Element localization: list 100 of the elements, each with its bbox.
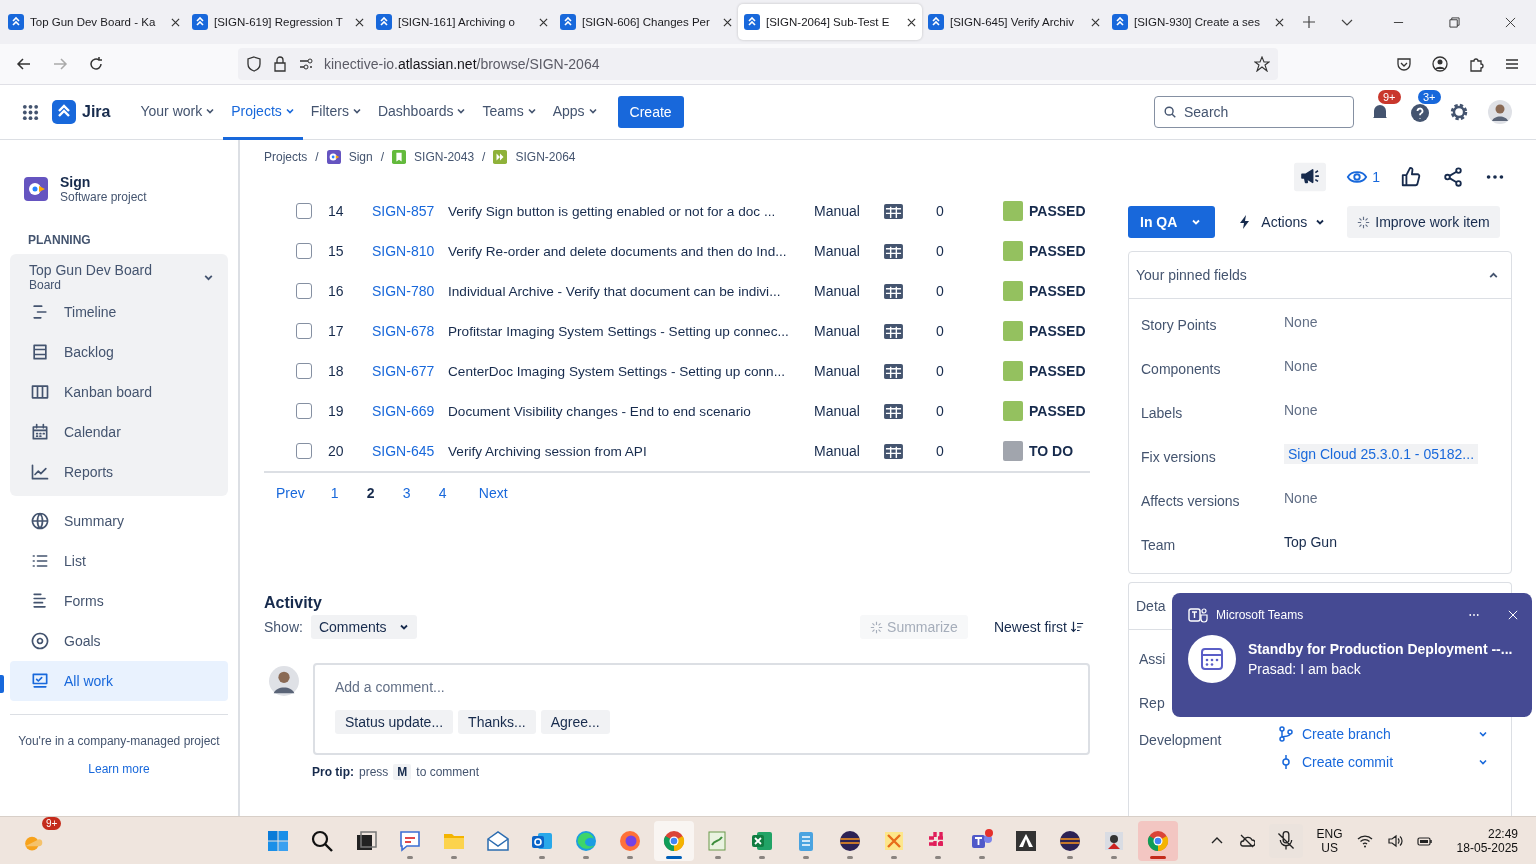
- search-field[interactable]: Search: [1154, 96, 1354, 128]
- row-checkbox[interactable]: [296, 323, 312, 339]
- field-value[interactable]: None: [1284, 490, 1511, 506]
- restore-icon[interactable]: [1449, 16, 1460, 28]
- shield-icon[interactable]: [246, 56, 262, 72]
- project-icon[interactable]: [24, 177, 48, 201]
- browser-tab[interactable]: Top Gun Dev Board - Ka: [2, 4, 186, 40]
- row-checkbox[interactable]: [296, 403, 312, 419]
- browser-tab[interactable]: [SIGN-161] Archiving o: [370, 4, 554, 40]
- sidebar-item[interactable]: Forms: [10, 581, 228, 621]
- improve-button[interactable]: Improve work item: [1347, 206, 1500, 238]
- breadcrumb-link[interactable]: SIGN-2064: [515, 150, 576, 164]
- field-value[interactable]: Top Gun: [1284, 534, 1511, 550]
- filter-dropdown[interactable]: Comments: [310, 615, 417, 639]
- plus-icon[interactable]: [1302, 15, 1316, 29]
- close-icon[interactable]: [171, 17, 180, 27]
- row-checkbox[interactable]: [296, 203, 312, 219]
- close-icon[interactable]: [539, 17, 548, 27]
- status-dropdown[interactable]: In QA: [1128, 206, 1216, 238]
- menu-icon[interactable]: [1504, 56, 1520, 72]
- row-checkbox[interactable]: [296, 243, 312, 259]
- page-link[interactable]: 4: [434, 485, 471, 501]
- issue-key-link[interactable]: SIGN-780: [372, 283, 448, 299]
- more-icon[interactable]: [1468, 613, 1480, 617]
- browser-tab[interactable]: [SIGN-930] Create a ses: [1106, 4, 1290, 40]
- account-icon[interactable]: [1432, 56, 1448, 72]
- browser-tab[interactable]: [SIGN-2064] Sub-Test E: [738, 4, 922, 40]
- table-icon[interactable]: [883, 362, 904, 380]
- table-icon[interactable]: [883, 402, 904, 420]
- star-icon[interactable]: [1254, 56, 1270, 72]
- close-icon[interactable]: [723, 17, 732, 27]
- quick-reply-button[interactable]: Status update...: [335, 710, 454, 734]
- speaker-icon[interactable]: [1386, 832, 1403, 849]
- sidebar-item[interactable]: Reports: [10, 452, 228, 492]
- issue-key-link[interactable]: SIGN-857: [372, 203, 448, 219]
- table-icon[interactable]: [883, 202, 904, 220]
- notification-toast[interactable]: Microsoft Teams Standby for Production Deployment --... Prasad: I am back: [1172, 593, 1532, 717]
- megaphone-icon[interactable]: [1294, 162, 1327, 192]
- close-icon[interactable]: [1275, 17, 1284, 27]
- create-link[interactable]: Create branch: [1302, 726, 1391, 742]
- create-link[interactable]: Create commit: [1302, 754, 1394, 770]
- nav-menu[interactable]: Apps: [544, 84, 606, 140]
- breadcrumb-link[interactable]: SIGN-2043: [414, 150, 475, 164]
- issue-key-link[interactable]: SIGN-669: [372, 403, 448, 419]
- page-link[interactable]: 1: [326, 485, 363, 501]
- field-value[interactable]: None: [1284, 358, 1511, 374]
- prev-link[interactable]: Prev: [264, 485, 313, 501]
- create-button[interactable]: Create: [617, 96, 684, 128]
- chevron-down-icon[interactable]: [1478, 757, 1488, 767]
- row-checkbox[interactable]: [296, 283, 312, 299]
- clock[interactable]: 22:49 18-05-2025: [1456, 826, 1518, 855]
- cloud-off-icon[interactable]: [1238, 832, 1255, 849]
- issue-key-link[interactable]: SIGN-677: [372, 363, 448, 379]
- product-name[interactable]: Jira: [82, 103, 111, 121]
- sidebar-item[interactable]: Backlog: [10, 332, 228, 372]
- pocket-icon[interactable]: [1396, 56, 1412, 72]
- field-value[interactable]: None: [1284, 314, 1511, 330]
- issue-key-link[interactable]: SIGN-678: [372, 323, 448, 339]
- next-link[interactable]: Next: [470, 485, 516, 501]
- browser-tab[interactable]: [SIGN-645] Verify Archiv: [922, 4, 1106, 40]
- app-switcher-icon[interactable]: [22, 103, 39, 121]
- sidebar-item[interactable]: Timeline: [10, 292, 228, 332]
- back-arrow-icon[interactable]: [16, 56, 32, 72]
- sidebar-item[interactable]: List: [10, 541, 228, 581]
- sidebar-item[interactable]: Kanban board: [10, 372, 228, 412]
- lock-icon[interactable]: [272, 56, 288, 72]
- url-field[interactable]: kinective-io.atlassian.net/browse/SIGN-2064: [238, 48, 1278, 80]
- table-icon[interactable]: [883, 322, 904, 340]
- nav-menu[interactable]: Teams: [474, 84, 545, 140]
- row-checkbox[interactable]: [296, 363, 312, 379]
- sidebar-item[interactable]: Calendar: [10, 412, 228, 452]
- language-indicator[interactable]: ENG US: [1316, 826, 1343, 855]
- table-icon[interactable]: [883, 282, 904, 300]
- avatar[interactable]: [269, 666, 299, 696]
- close-icon[interactable]: [1091, 17, 1100, 27]
- table-icon[interactable]: [883, 442, 904, 460]
- avatar[interactable]: [1488, 100, 1512, 124]
- actions-dropdown[interactable]: Actions: [1225, 214, 1338, 230]
- chevron-down-icon[interactable]: [1478, 729, 1488, 739]
- panel-header[interactable]: Your pinned fields: [1129, 252, 1511, 299]
- share-icon[interactable]: [1442, 166, 1464, 188]
- breadcrumb-link[interactable]: Projects: [264, 150, 308, 164]
- browser-tab[interactable]: [SIGN-606] Changes Per: [554, 4, 738, 40]
- nav-menu[interactable]: Filters: [302, 84, 370, 140]
- page-link[interactable]: 3: [398, 485, 435, 501]
- sidebar-item[interactable]: Goals: [10, 621, 228, 661]
- reload-icon[interactable]: [88, 56, 104, 72]
- puzzle-icon[interactable]: [1468, 56, 1484, 72]
- field-value[interactable]: None: [1284, 402, 1511, 418]
- thumbs-up-icon[interactable]: [1400, 166, 1422, 188]
- close-icon[interactable]: [355, 17, 364, 27]
- nav-menu[interactable]: Dashboards: [369, 84, 475, 140]
- quick-reply-button[interactable]: Thanks...: [458, 710, 536, 734]
- permissions-icon[interactable]: [298, 56, 314, 72]
- page-link[interactable]: 2: [362, 485, 399, 501]
- board-selector[interactable]: Top Gun Dev Board Board: [10, 260, 228, 292]
- version-tag[interactable]: Sign Cloud 25.3.0.1 - 05182...: [1284, 444, 1479, 464]
- issue-key-link[interactable]: SIGN-810: [372, 243, 448, 259]
- breadcrumb-link[interactable]: Sign: [348, 150, 373, 164]
- close-icon[interactable]: [907, 17, 916, 27]
